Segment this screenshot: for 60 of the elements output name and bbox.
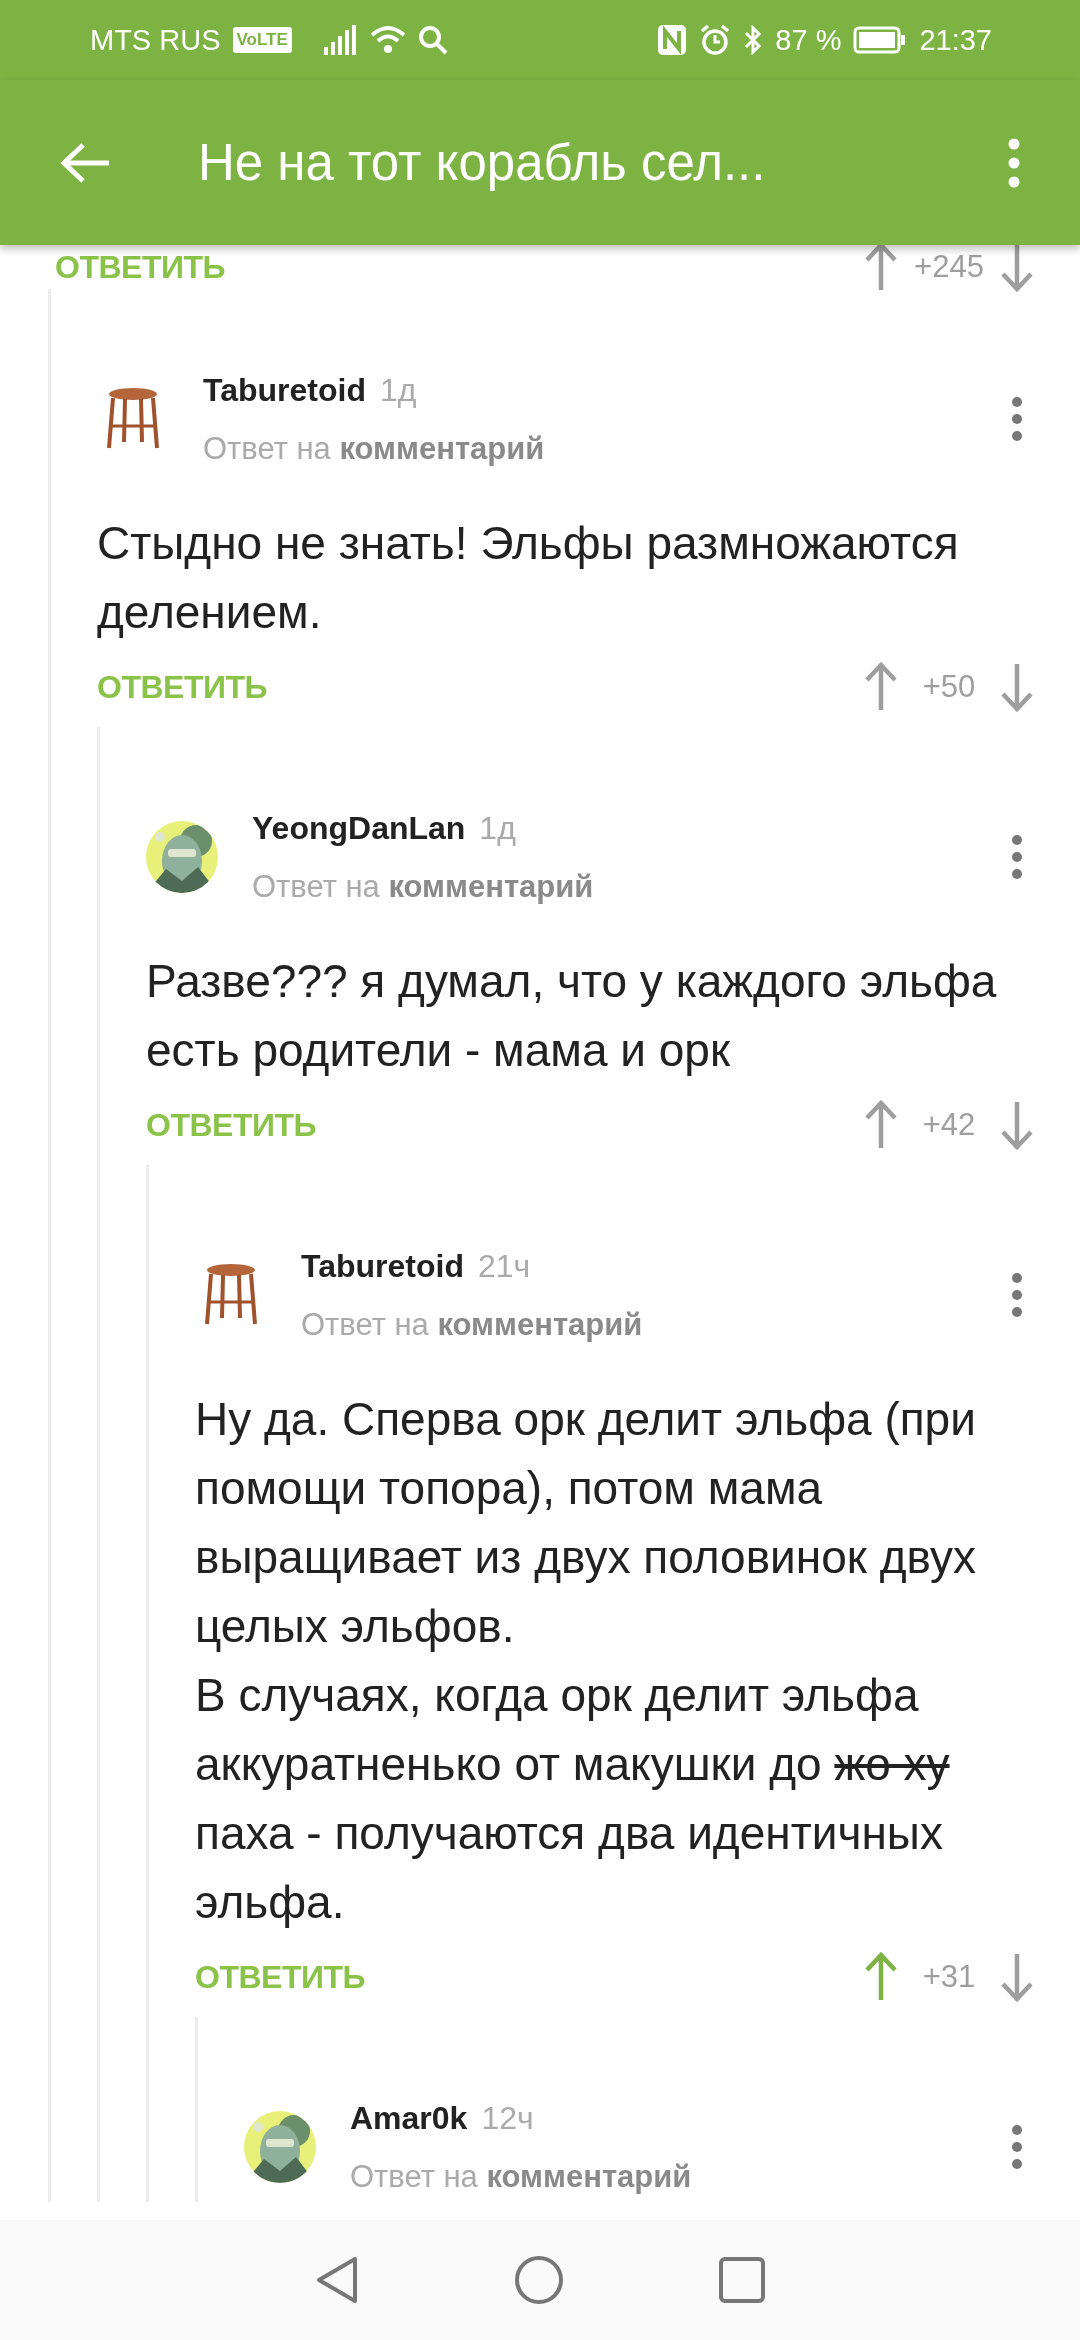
reply-to-text: Ответ на комментарий	[203, 430, 546, 467]
bluetooth-icon	[743, 24, 764, 56]
clock-time: 21:37	[919, 23, 992, 57]
comment-time: 12ч	[481, 2099, 534, 2137]
volte-badge: VoLTE	[232, 27, 292, 53]
alarm-icon	[699, 24, 732, 56]
downvote-button[interactable]	[1000, 1100, 1034, 1150]
downvote-button[interactable]	[1000, 245, 1034, 292]
author-name[interactable]: Amar0k	[350, 2099, 468, 2137]
reply-to-text: Ответ на комментарий	[350, 2158, 693, 2195]
comment-text: В случаях, когда орк делит эльфа аккуратненько от макушки до жо ху паха - получаются два идентичных эльфа.	[195, 1668, 951, 1930]
vote-score: +42	[921, 1107, 977, 1143]
home-circle-icon	[514, 2255, 564, 2305]
comment-text: Стыдно не знать! Эльфы размножаются делением.	[97, 516, 960, 640]
more-icon	[1011, 834, 1023, 880]
author-name[interactable]: Taburetoid	[301, 1247, 464, 1285]
vote-score: +245	[913, 249, 985, 285]
signal-icon	[323, 25, 358, 55]
battery-percent: 87 %	[775, 23, 842, 57]
comment-time: 1д	[379, 371, 417, 409]
back-triangle-icon	[315, 2255, 359, 2305]
arrow-down-icon	[1000, 1100, 1034, 1150]
reply-to-text: Ответ на комментарий	[252, 868, 595, 905]
battery-icon	[853, 26, 908, 54]
downvote-button[interactable]	[1000, 662, 1034, 712]
arrow-down-icon	[1000, 245, 1034, 292]
vote-score: +50	[921, 669, 977, 705]
carrier-name: MTS RUS	[90, 23, 221, 57]
arrow-down-icon	[1000, 662, 1034, 712]
home-nav-button[interactable]	[514, 2255, 564, 2305]
arrow-up-icon	[864, 1952, 898, 2002]
upvote-button[interactable]	[864, 1100, 898, 1150]
more-icon	[1011, 396, 1023, 442]
back-nav-button[interactable]	[315, 2255, 359, 2305]
arrow-up-icon	[864, 662, 898, 712]
search-icon	[417, 25, 448, 55]
reply-to-text: Ответ на комментарий	[301, 1306, 644, 1343]
recents-square-icon	[719, 2257, 765, 2303]
more-icon	[1011, 1272, 1023, 1318]
comment-time: 1д	[479, 809, 516, 847]
author-name[interactable]: YeongDanLan	[252, 809, 466, 847]
more-icon	[1011, 2124, 1023, 2170]
nfc-icon	[657, 24, 688, 56]
arrow-up-icon	[864, 1100, 898, 1150]
comment-time: 21ч	[477, 1247, 531, 1285]
wifi-icon	[369, 25, 406, 55]
upvote-button[interactable]	[864, 245, 898, 292]
comment-text: Ну да. Сперва орк делит эльфа (при помощи топора), потом мама выращивает из двух половинок двух целых эльфов.	[195, 1392, 977, 1654]
downvote-button[interactable]	[1000, 1952, 1034, 2002]
author-name[interactable]: Taburetoid	[203, 371, 366, 409]
more-icon	[1007, 137, 1021, 188]
comment-text: Разве??? я думал, что у каждого эльфа есть родители - мама и орк	[146, 954, 998, 1078]
arrow-up-icon	[864, 245, 898, 292]
back-arrow-icon	[59, 140, 111, 185]
recents-nav-button[interactable]	[719, 2257, 765, 2303]
upvote-button[interactable]	[864, 662, 898, 712]
vote-score: +31	[921, 1959, 977, 1995]
page-title: Не на тот корабль сел...	[198, 133, 767, 192]
upvote-button[interactable]	[864, 1952, 898, 2002]
arrow-down-icon	[1000, 1952, 1034, 2002]
